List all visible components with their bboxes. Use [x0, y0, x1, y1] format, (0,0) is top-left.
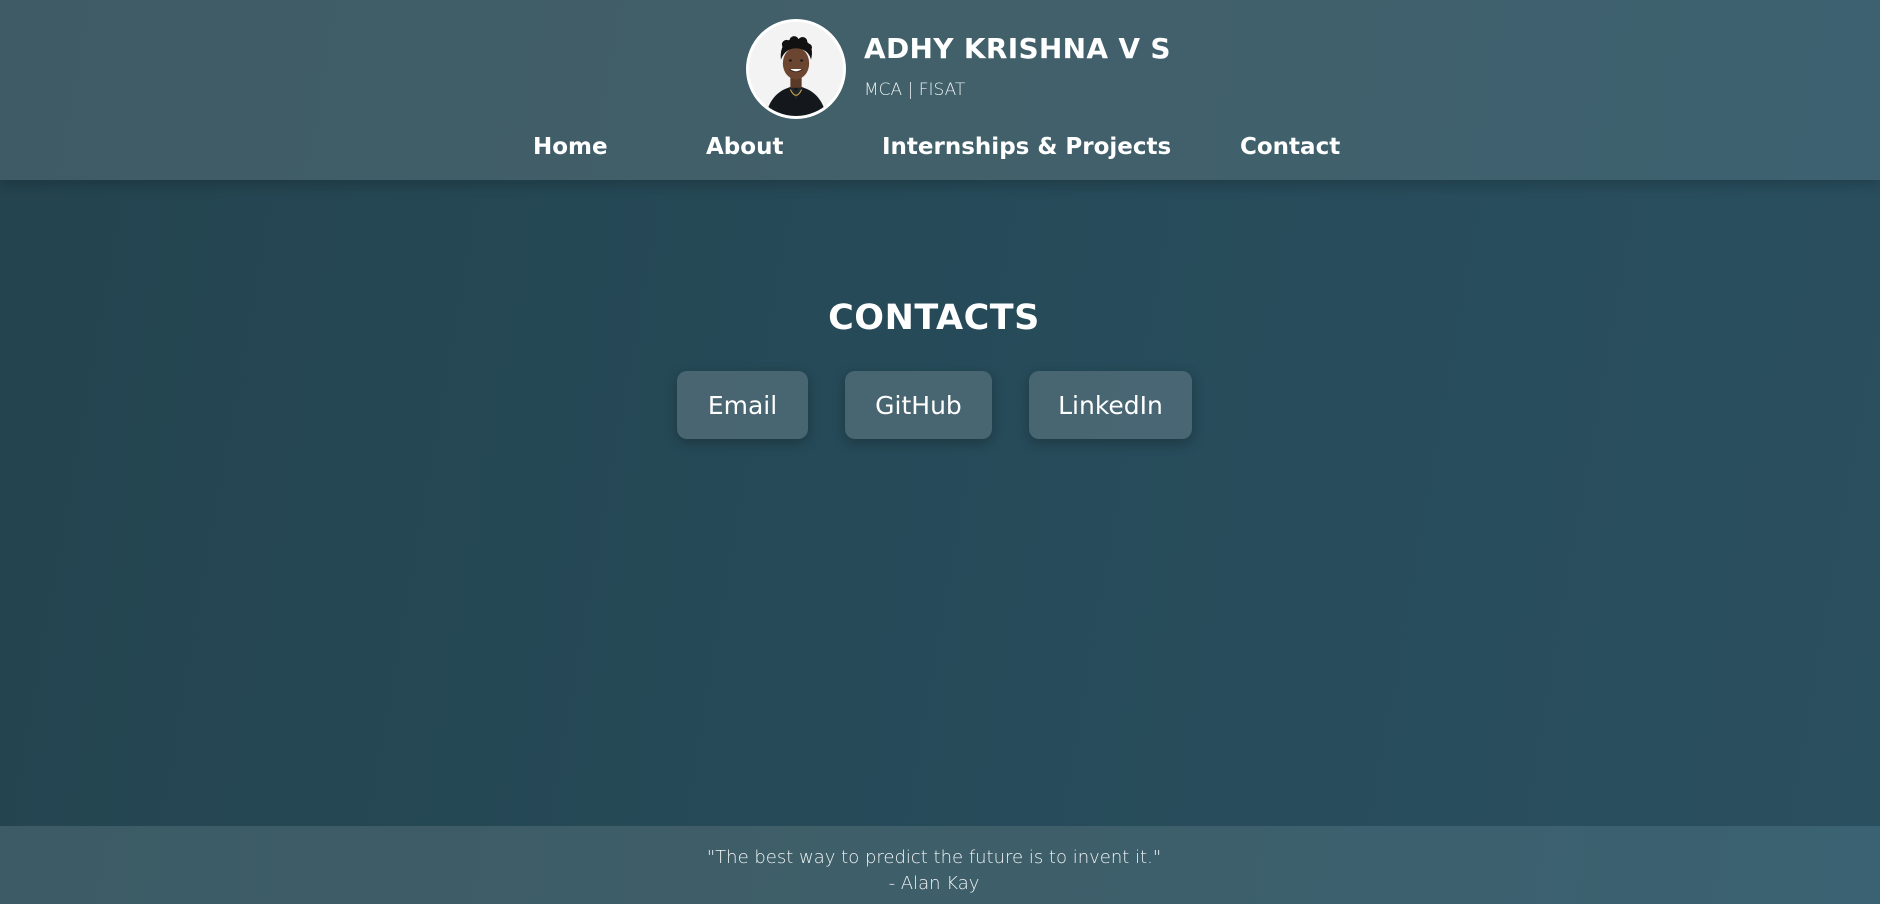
nav-link-about[interactable]: About — [706, 134, 783, 160]
site-footer: "The best way to predict the future is t… — [0, 826, 1880, 904]
email-button[interactable]: Email — [677, 371, 808, 439]
nav-link-home[interactable]: Home — [533, 134, 608, 160]
github-button[interactable]: GitHub — [845, 371, 992, 439]
brand-text: ADHY KRISHNA V S MCA | FISAT — [864, 32, 1171, 100]
contacts-section: CONTACTS Email GitHub LinkedIn — [0, 180, 1880, 826]
avatar — [746, 19, 846, 119]
brand: ADHY KRISHNA V S MCA | FISAT — [746, 19, 1171, 119]
footer-quote: "The best way to predict the future is t… — [706, 847, 1162, 868]
site-header: ADHY KRISHNA V S MCA | FISAT Home About … — [0, 0, 1880, 180]
nav-link-contact[interactable]: Contact — [1240, 134, 1340, 160]
nav-link-internships-projects[interactable]: Internships & Projects — [882, 134, 1171, 160]
site-owner-name: ADHY KRISHNA V S — [864, 32, 1171, 65]
site-owner-subtitle: MCA | FISAT — [864, 80, 966, 100]
contacts-title: CONTACTS — [828, 298, 1040, 338]
profile-photo — [749, 22, 843, 116]
linkedin-button[interactable]: LinkedIn — [1029, 371, 1192, 439]
footer-quote-author: - Alan Kay — [888, 873, 980, 894]
